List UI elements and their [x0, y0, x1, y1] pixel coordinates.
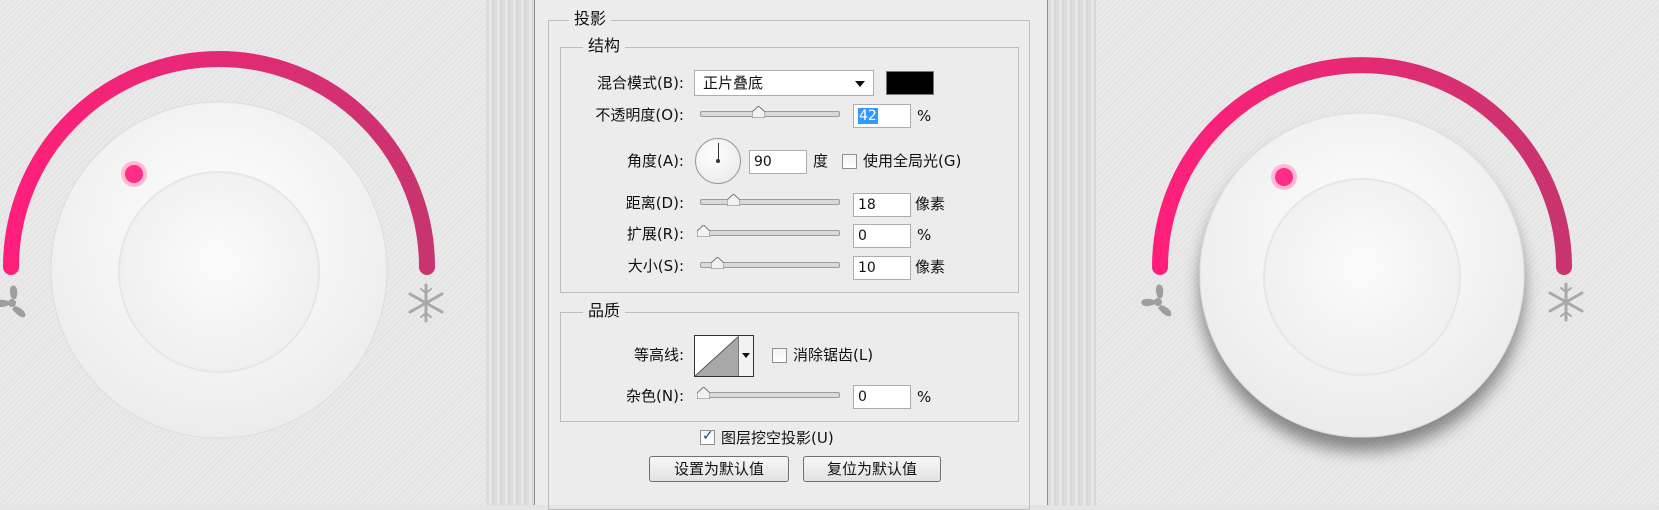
distance-unit: 像素	[915, 195, 946, 213]
opacity-slider[interactable]	[700, 106, 840, 118]
left-stripe-divider	[486, 0, 534, 505]
angle-dial-center	[716, 159, 720, 163]
spread-slider[interactable]	[697, 225, 840, 237]
knob-inner-face	[1263, 178, 1461, 376]
drop-shadow-dialog: 投影 结构 混合模式(B): 正片叠底 不透明度(O): 42 % 角度(A):…	[534, 0, 1048, 510]
quality-legend: 品质	[583, 302, 626, 320]
knob-indicator-dot-core	[1275, 168, 1293, 186]
contour-dropdown-icon[interactable]	[738, 336, 753, 376]
structure-legend: 结构	[583, 37, 626, 55]
distance-label: 距离(D):	[625, 194, 684, 212]
spread-input[interactable]: 0	[853, 224, 911, 248]
noise-unit: %	[917, 388, 932, 406]
make-default-button[interactable]: 设置为默认值	[649, 456, 789, 482]
opacity-input[interactable]: 42	[853, 104, 911, 128]
chevron-down-icon	[855, 81, 865, 87]
global-light-label: 使用全局光(G)	[863, 152, 962, 170]
fan-icon	[0, 285, 26, 318]
spread-slider-thumb[interactable]	[697, 225, 710, 237]
noise-label: 杂色(N):	[626, 387, 684, 405]
noise-input[interactable]: 0	[853, 385, 911, 409]
right-temperature-knob[interactable]	[1096, 0, 1659, 505]
reset-default-button[interactable]: 复位为默认值	[803, 456, 941, 482]
size-input[interactable]: 10	[853, 256, 911, 280]
right-stripe-divider	[1048, 0, 1096, 505]
distance-input[interactable]: 18	[853, 193, 911, 217]
noise-slider[interactable]	[697, 387, 840, 399]
global-light-checkbox[interactable]	[842, 154, 857, 169]
noise-slider-thumb[interactable]	[697, 387, 710, 399]
snowflake-icon	[408, 283, 444, 323]
spread-label: 扩展(R):	[626, 225, 684, 243]
anti-alias-checkbox[interactable]	[772, 348, 787, 363]
angle-unit: 度	[813, 152, 829, 170]
angle-input[interactable]: 90	[749, 150, 807, 174]
anti-alias-label: 消除锯齿(L)	[793, 346, 874, 364]
shadow-color-swatch[interactable]	[886, 71, 934, 95]
knockout-checkbox[interactable]	[700, 428, 715, 445]
spread-unit: %	[917, 226, 932, 244]
opacity-label: 不透明度(O):	[595, 106, 684, 124]
opacity-value: 42	[858, 108, 878, 124]
snowflake-icon	[1548, 282, 1584, 322]
angle-value: 90	[754, 154, 772, 170]
angle-dial[interactable]	[695, 138, 741, 184]
knockout-label: 图层挖空投影(U)	[721, 429, 834, 447]
left-temperature-knob[interactable]	[0, 0, 486, 505]
fan-icon	[1141, 284, 1172, 317]
knob-indicator-dot-core	[125, 165, 143, 183]
distance-value: 18	[858, 197, 876, 213]
contour-label: 等高线:	[633, 346, 684, 364]
distance-slider[interactable]	[700, 194, 840, 206]
noise-value: 0	[858, 389, 867, 405]
contour-preview-icon	[695, 336, 739, 376]
opacity-unit: %	[917, 107, 932, 125]
size-slider[interactable]	[700, 257, 840, 269]
size-unit: 像素	[915, 258, 946, 276]
knob-inner-face	[118, 171, 320, 373]
size-slider-thumb[interactable]	[711, 257, 724, 269]
blend-mode-select[interactable]: 正片叠底	[694, 70, 874, 96]
size-value: 10	[858, 260, 876, 276]
blend-mode-label: 混合模式(B):	[596, 74, 684, 92]
distance-slider-thumb[interactable]	[727, 194, 740, 206]
size-label: 大小(S):	[627, 257, 684, 275]
opacity-slider-thumb[interactable]	[752, 106, 766, 118]
spread-value: 0	[858, 228, 867, 244]
angle-label: 角度(A):	[626, 152, 684, 170]
contour-picker[interactable]	[694, 335, 754, 377]
blend-mode-value: 正片叠底	[703, 74, 764, 92]
drop-shadow-title: 投影	[569, 10, 612, 28]
